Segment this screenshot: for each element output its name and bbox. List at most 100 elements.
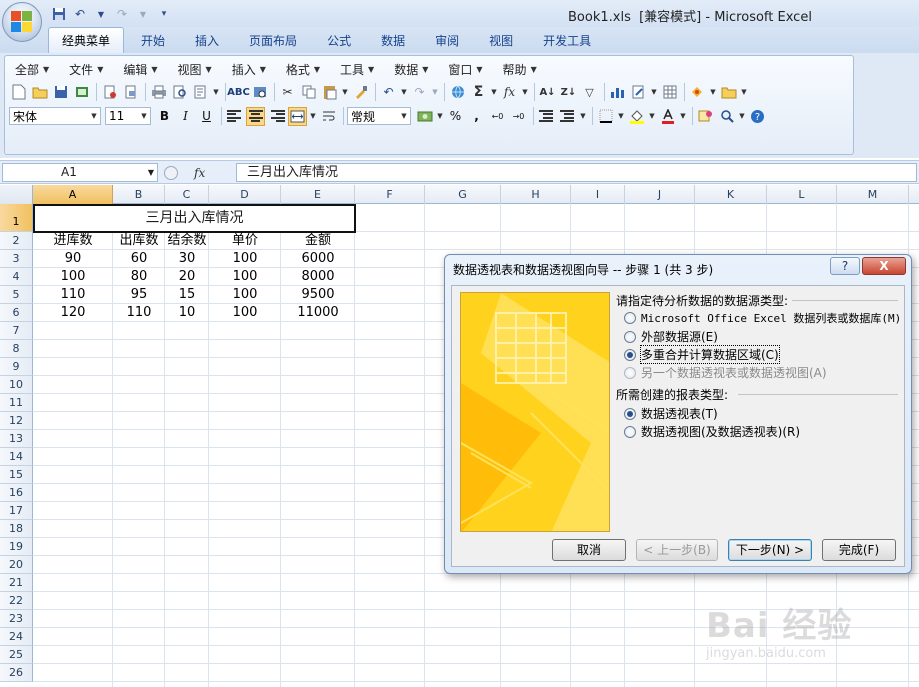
column-header-l[interactable]: L xyxy=(767,185,837,204)
row-header[interactable]: 20 xyxy=(0,556,33,574)
align-left-button[interactable] xyxy=(225,107,244,126)
row-header[interactable]: 14 xyxy=(0,448,33,466)
help-button[interactable]: ? xyxy=(748,107,767,126)
open-folder-icon[interactable] xyxy=(30,83,49,102)
chevron-down-icon[interactable]: ▼ xyxy=(490,83,498,102)
chevron-down-icon[interactable]: ▼ xyxy=(648,107,656,126)
menu-window[interactable]: 窗口 ▼ xyxy=(442,60,490,78)
row-header[interactable]: 12 xyxy=(0,412,33,430)
undo-icon[interactable]: ↶ xyxy=(379,83,398,102)
data-cell[interactable]: 11000 xyxy=(281,304,355,322)
chevron-down-icon[interactable]: ▼ xyxy=(740,83,748,102)
chevron-down-icon[interactable]: ▼ xyxy=(341,83,349,102)
data-cell[interactable]: 30 xyxy=(165,250,209,268)
font-size-select[interactable]: 11 ▼ xyxy=(105,107,151,125)
menu-help[interactable]: 帮助 ▼ xyxy=(497,60,545,78)
row-header[interactable]: 19 xyxy=(0,538,33,556)
menu-view[interactable]: 视图 ▼ xyxy=(172,60,220,78)
research-book-icon[interactable] xyxy=(250,83,269,102)
highlight-icon[interactable] xyxy=(688,83,707,102)
new-document-icon[interactable] xyxy=(9,83,28,102)
office-button[interactable] xyxy=(2,2,42,42)
decrease-decimal-button[interactable]: →0 xyxy=(509,107,528,126)
chevron-down-icon[interactable]: ▼ xyxy=(738,107,746,126)
tab-insert[interactable]: 插入 xyxy=(182,27,232,53)
chevron-down-icon[interactable]: ▼ xyxy=(617,107,625,126)
data-cell[interactable]: 80 xyxy=(113,268,165,286)
fill-color-button[interactable] xyxy=(627,107,646,126)
data-cell[interactable]: 110 xyxy=(113,304,165,322)
tab-developer[interactable]: 开发工具 xyxy=(530,27,604,53)
row-header[interactable]: 2 xyxy=(0,232,33,250)
menu-format[interactable]: 格式 ▼ xyxy=(280,60,328,78)
format-painter-icon[interactable] xyxy=(351,83,370,102)
column-header-h[interactable]: H xyxy=(501,185,571,204)
column-header-m[interactable]: M xyxy=(837,185,909,204)
chevron-down-icon[interactable]: ▼ xyxy=(521,83,529,102)
column-header-b[interactable]: B xyxy=(113,185,165,204)
column-header-a[interactable]: A xyxy=(33,185,113,204)
chevron-down-icon[interactable]: ▼ xyxy=(400,83,408,102)
menu-data[interactable]: 数据 ▼ xyxy=(388,60,436,78)
decrease-indent-button[interactable] xyxy=(537,107,556,126)
tab-classic-menu[interactable]: 经典菜单 xyxy=(48,27,125,53)
chevron-down-icon[interactable]: ▼ xyxy=(92,5,110,23)
row-header[interactable]: 22 xyxy=(0,592,33,610)
align-center-button[interactable] xyxy=(246,106,265,126)
data-cell[interactable]: 8000 xyxy=(281,268,355,286)
research-icon[interactable] xyxy=(191,83,210,102)
row-header[interactable]: 16 xyxy=(0,484,33,502)
percent-button[interactable]: % xyxy=(446,107,465,126)
row-header[interactable]: 3 xyxy=(0,250,33,268)
autosum-icon[interactable]: Σ xyxy=(469,83,488,102)
print-preview-icon[interactable] xyxy=(170,83,189,102)
chevron-down-icon[interactable]: ▼ xyxy=(650,83,658,102)
save-icon[interactable] xyxy=(50,5,68,23)
menu-edit[interactable]: 编辑 ▼ xyxy=(117,60,165,78)
finish-button[interactable]: 完成(F) xyxy=(822,539,896,561)
save-icon[interactable] xyxy=(51,83,70,102)
borders-button[interactable] xyxy=(596,107,615,126)
tab-review[interactable]: 审阅 xyxy=(422,27,472,53)
radio-pivot-table[interactable]: 数据透视表(T) xyxy=(624,405,718,422)
formula-input[interactable]: 三月出入库情况 xyxy=(236,163,917,182)
merged-title-cell[interactable]: 三月出入库情况 xyxy=(33,204,356,233)
menu-insert[interactable]: 插入 ▼ xyxy=(226,60,274,78)
chevron-down-icon[interactable]: ▼ xyxy=(212,83,220,102)
cut-icon[interactable]: ✂ xyxy=(278,83,297,102)
row-header[interactable]: 6 xyxy=(0,304,33,322)
row-header[interactable]: 13 xyxy=(0,430,33,448)
dialog-close-button[interactable]: X xyxy=(862,257,906,275)
data-cell[interactable]: 95 xyxy=(113,286,165,304)
row-header[interactable]: 24 xyxy=(0,628,33,646)
row-header[interactable]: 7 xyxy=(0,322,33,340)
column-header-f[interactable]: F xyxy=(355,185,425,204)
customize-qat-icon[interactable]: ▾ xyxy=(155,5,173,23)
permission-icon[interactable] xyxy=(72,83,91,102)
chevron-down-icon[interactable]: ▼ xyxy=(709,83,717,102)
data-cell[interactable]: 20 xyxy=(165,268,209,286)
row-header[interactable]: 18 xyxy=(0,520,33,538)
radio-multiple-consolidation[interactable]: 多重合并计算数据区域(C) xyxy=(624,345,780,364)
increase-indent-button[interactable] xyxy=(558,107,577,126)
menu-all[interactable]: 全部 ▼ xyxy=(9,60,57,78)
menu-file[interactable]: 文件 ▼ xyxy=(63,60,111,78)
data-cell[interactable]: 100 xyxy=(209,286,281,304)
font-color-button[interactable] xyxy=(658,107,677,126)
align-right-button[interactable] xyxy=(267,107,286,126)
row-header[interactable]: 17 xyxy=(0,502,33,520)
column-header-e[interactable]: E xyxy=(281,185,355,204)
tab-formulas[interactable]: 公式 xyxy=(314,27,364,53)
paste-icon[interactable] xyxy=(320,83,339,102)
column-header-d[interactable]: D xyxy=(209,185,281,204)
increase-decimal-button[interactable]: ←0 xyxy=(488,107,507,126)
tab-page-layout[interactable]: 页面布局 xyxy=(236,27,310,53)
dialog-help-button[interactable]: ? xyxy=(830,257,860,275)
italic-button[interactable]: I xyxy=(176,107,195,126)
number-format-select[interactable]: 常规 ▼ xyxy=(347,107,411,125)
menu-tools[interactable]: 工具 ▼ xyxy=(334,60,382,78)
redo-icon[interactable]: ↷ xyxy=(410,83,429,102)
redo-icon[interactable]: ↷ xyxy=(113,5,131,23)
row-header[interactable]: 26 xyxy=(0,664,33,682)
chevron-down-icon[interactable]: ▼ xyxy=(309,107,317,126)
